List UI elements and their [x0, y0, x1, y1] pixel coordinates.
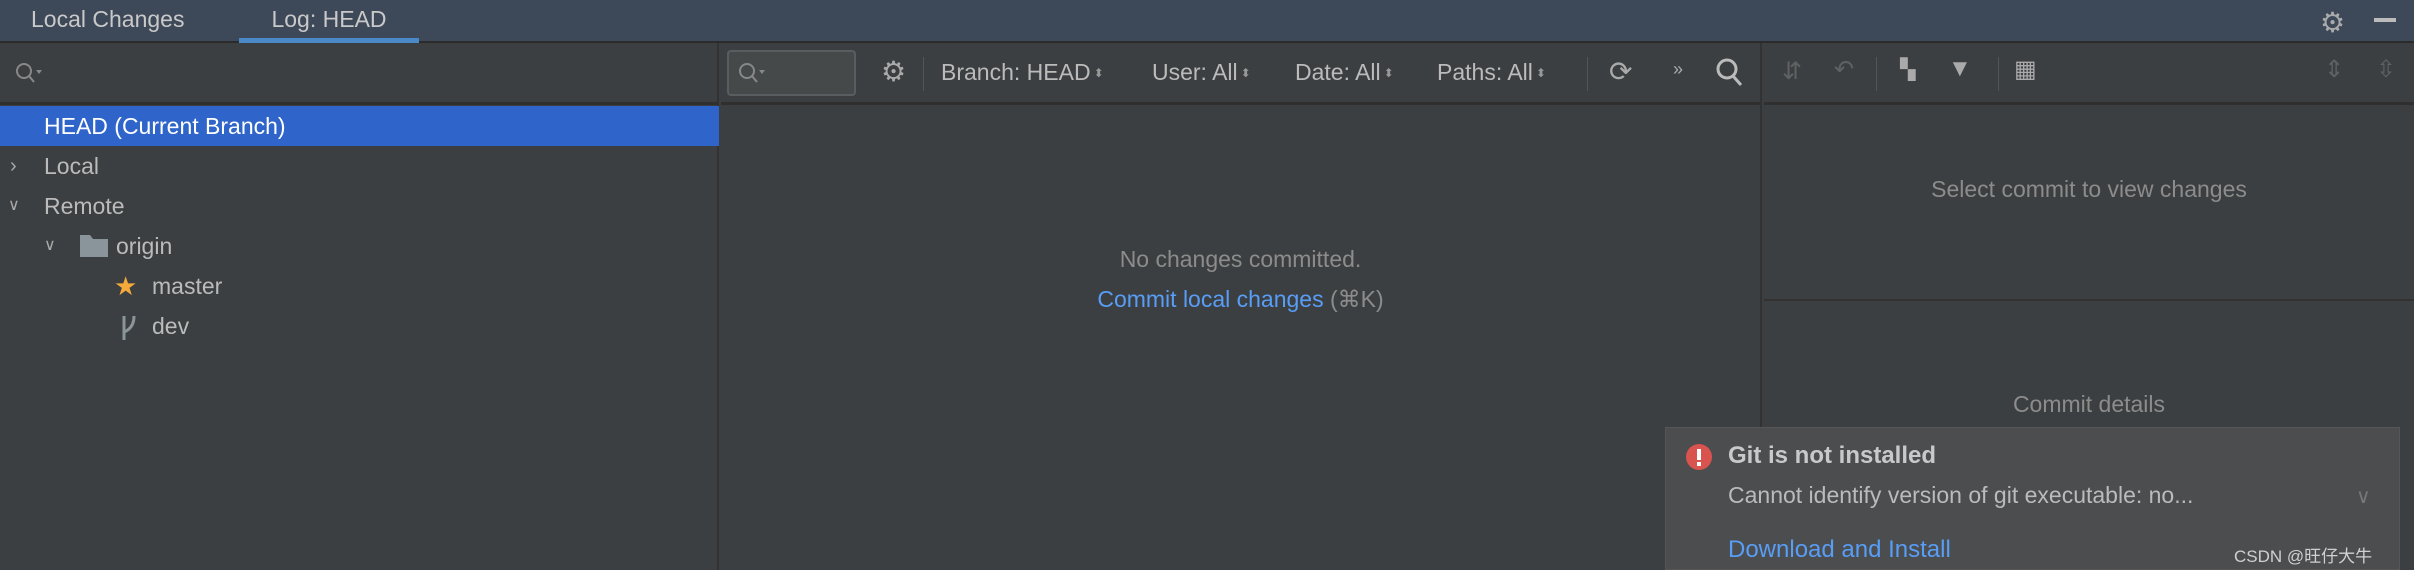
divider — [1764, 299, 2414, 301]
branch-filter[interactable]: Branch: HEAD ⬍ — [941, 59, 1104, 86]
log-toolbar: ⚙ Branch: HEAD ⬍ User: All ⬍ Date: All ⬍ Pa… — [721, 43, 1760, 105]
log-search-input[interactable] — [727, 50, 856, 96]
minimize-icon[interactable] — [2374, 18, 2396, 22]
collapse-all-icon[interactable]: ⇳ — [2376, 55, 2396, 84]
layout-icon[interactable]: ▦ — [2014, 55, 2037, 84]
git-not-installed-notification: Git is not installed Cannot identify ver… — [1665, 427, 2400, 570]
error-icon — [1686, 444, 1712, 470]
cherry-pick-icon[interactable]: ⇵ — [1782, 57, 1802, 86]
chevron-down-icon[interactable]: ∨ — [8, 186, 20, 226]
notification-title: Git is not installed — [1728, 442, 1937, 469]
tree-item-head[interactable]: HEAD (Current Branch) — [0, 106, 719, 146]
tree-item-dev[interactable]: dev — [0, 306, 719, 346]
search-icon — [739, 63, 765, 83]
date-filter[interactable]: Date: All ⬍ — [1295, 59, 1394, 86]
paths-filter[interactable]: Paths: All ⬍ — [1437, 59, 1546, 86]
tree-item-master[interactable]: ★ master — [0, 266, 719, 306]
download-install-link[interactable]: Download and Install — [1728, 536, 1951, 564]
changes-toolbar: ⇵ ↶ ▚ ▼ ▦ ⇕ ⇳ — [1764, 43, 2414, 105]
search-icon[interactable] — [14, 61, 44, 87]
more-actions-button[interactable]: » — [1673, 59, 1683, 80]
watermark: CSDN @旺仔大牛 — [2234, 547, 2373, 566]
tree-item-local[interactable]: › Local — [0, 146, 719, 186]
branch-search-bar[interactable] — [0, 43, 717, 105]
chevron-down-icon[interactable]: ∨ — [2356, 484, 2371, 509]
star-icon: ★ — [114, 271, 138, 301]
select-commit-text: Select commit to view changes — [1931, 176, 2247, 202]
commit-log-panel: ⚙ Branch: HEAD ⬍ User: All ⬍ Date: All ⬍ Pa… — [721, 43, 1762, 570]
tree-item-origin[interactable]: ∨ origin — [0, 226, 719, 266]
settings-gear-icon[interactable]: ⚙ — [881, 55, 906, 88]
revert-icon[interactable]: ↶ — [1834, 55, 1854, 84]
filter-icon[interactable]: ▼ — [1948, 55, 1972, 83]
chevron-right-icon[interactable]: › — [10, 146, 17, 186]
chevron-down-icon[interactable]: ∨ — [44, 226, 56, 266]
refresh-icon[interactable]: ⟳ — [1609, 55, 1632, 88]
empty-log-text: No changes committed. — [1119, 246, 1362, 272]
tool-window-tabbar: Local Changes Log: HEAD ⚙ — [0, 0, 2414, 43]
notification-message: Cannot identify version of git executabl… — [1728, 482, 2194, 508]
tree-item-remote[interactable]: ∨ Remote — [0, 186, 719, 226]
branch-icon — [122, 315, 136, 340]
branch-panel: HEAD (Current Branch) › Local ∨ Remote ∨ or… — [0, 43, 719, 570]
tab-local-changes[interactable]: Local Changes — [31, 0, 184, 43]
group-by-icon[interactable]: ▚ — [1900, 57, 1915, 82]
folder-icon — [80, 235, 108, 257]
commit-local-changes-link[interactable]: Commit local changes — [1097, 286, 1323, 312]
expand-all-icon[interactable]: ⇕ — [2324, 55, 2344, 84]
commit-details-text: Commit details — [2012, 391, 2166, 417]
commit-hint: Commit local changes (⌘K) — [1097, 286, 1384, 312]
search-icon[interactable] — [1715, 57, 1745, 91]
user-filter[interactable]: User: All ⬍ — [1152, 59, 1251, 86]
settings-gear-icon[interactable]: ⚙ — [2320, 6, 2345, 39]
tab-log-head[interactable]: Log: HEAD — [239, 0, 419, 43]
